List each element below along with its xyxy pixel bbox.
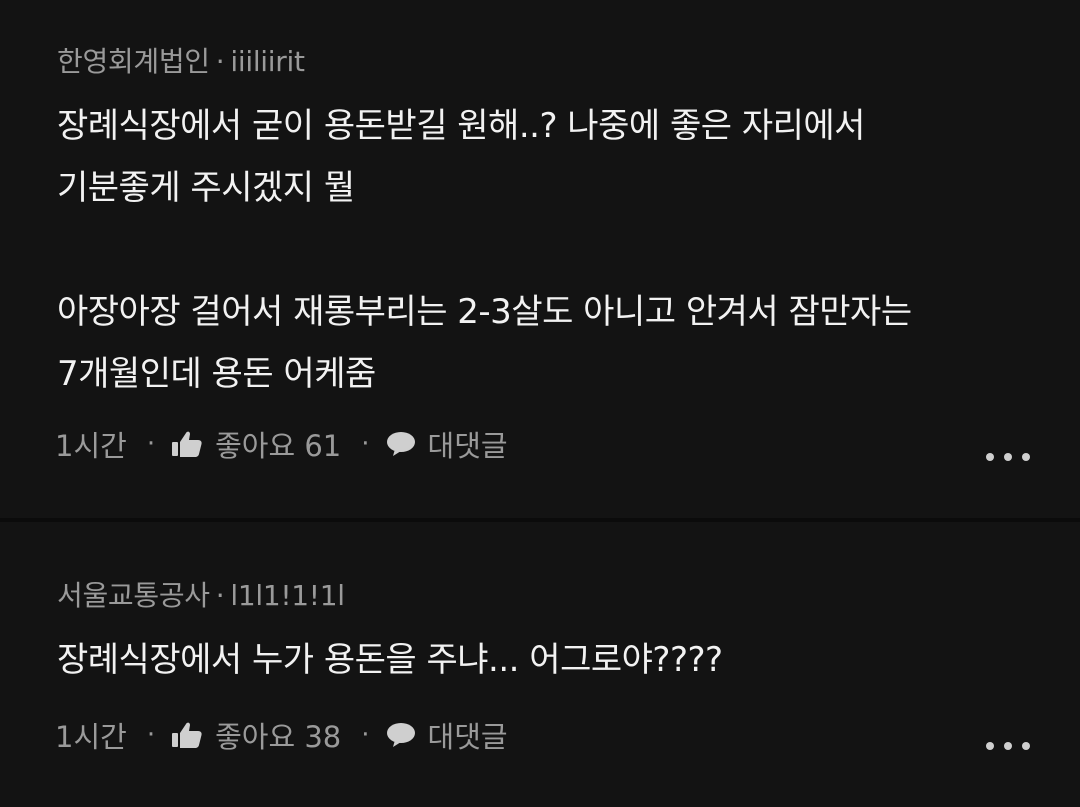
reply-button[interactable]: 대댓글: [428, 714, 508, 756]
comment-meta: 서울교통공사 · l1l1!1!1l: [57, 574, 345, 614]
thumbs-up-icon[interactable]: [171, 721, 203, 749]
comment-item: 서울교통공사 · l1l1!1!1l 장례식장에서 누가 용돈을 주냐... 어그로…: [0, 522, 1080, 807]
more-horizontal-icon[interactable]: [986, 740, 1030, 752]
comment-item: 한영회계법인 · iiiliirit 장례식장에서 굳이 용돈받길 원해..? 나중…: [0, 0, 1080, 518]
author-username[interactable]: l1l1!1!1l: [230, 579, 345, 612]
comment-text-line: 장례식장에서 누가 용돈을 주냐... 어그로야????: [57, 640, 723, 680]
more-horizontal-icon[interactable]: [986, 451, 1030, 463]
thumbs-up-icon[interactable]: [171, 430, 203, 458]
speech-bubble-icon[interactable]: [386, 431, 416, 457]
action-separator: ·: [146, 429, 156, 459]
comment-text-line: 7개월인데 용돈 어케줌: [57, 354, 376, 394]
meta-separator: ·: [215, 45, 225, 78]
like-count[interactable]: 좋아요 38: [215, 714, 341, 756]
comment-text-line: 기분좋게 주시겠지 뭘: [57, 168, 355, 208]
like-count[interactable]: 좋아요 61: [215, 423, 341, 465]
comment-text-line: [57, 219, 912, 281]
action-separator: ·: [146, 720, 156, 750]
comment-text-line: 장례식장에서 굳이 용돈받길 원해..? 나중에 좋은 자리에서: [57, 106, 865, 146]
author-company[interactable]: 서울교통공사: [57, 579, 210, 612]
comment-body: 장례식장에서 누가 용돈을 주냐... 어그로야????: [57, 629, 723, 691]
comment-actions: 1시간 · 좋아요 61 · 대댓글: [55, 424, 508, 464]
reply-button[interactable]: 대댓글: [428, 423, 508, 465]
author-username[interactable]: iiiliirit: [230, 45, 305, 78]
meta-separator: ·: [215, 579, 225, 612]
action-separator: ·: [361, 720, 370, 750]
author-company[interactable]: 한영회계법인: [57, 45, 210, 78]
comment-time: 1시간: [55, 429, 127, 463]
comment-time: 1시간: [55, 720, 127, 754]
action-separator: ·: [361, 429, 370, 459]
comment-actions: 1시간 · 좋아요 38 · 대댓글: [55, 715, 508, 755]
comment-meta: 한영회계법인 · iiiliirit: [57, 40, 305, 80]
speech-bubble-icon[interactable]: [386, 722, 416, 748]
comment-body: 장례식장에서 굳이 용돈받길 원해..? 나중에 좋은 자리에서 기분좋게 주시…: [57, 95, 912, 405]
comment-text-line: 아장아장 걸어서 재롱부리는 2-3살도 아니고 안겨서 잠만자는: [57, 292, 912, 332]
